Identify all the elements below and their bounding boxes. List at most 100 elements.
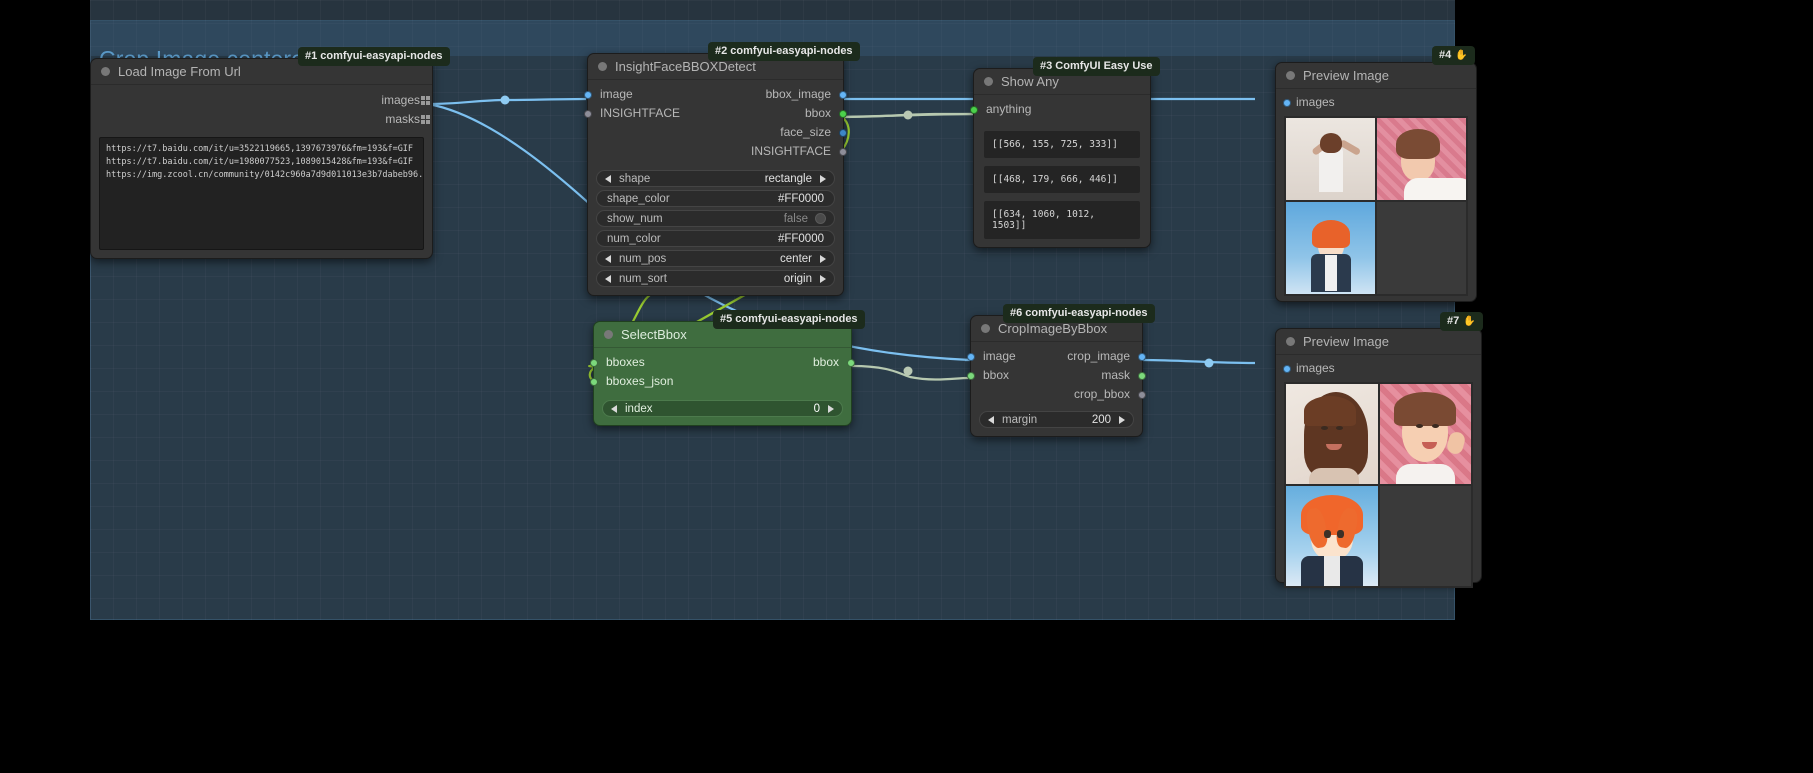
show-any-value-1[interactable]: [[566, 155, 725, 333]]	[984, 131, 1140, 158]
node-crop-image-by-bbox[interactable]: CropImageByBbox image crop_image bbox ma…	[967, 315, 1146, 437]
widget-shape[interactable]: shape rectangle	[596, 170, 835, 187]
widget-shape-color[interactable]: shape_color #FF0000	[596, 190, 835, 207]
output-dot-crop-bbox[interactable]	[1138, 390, 1146, 399]
node-badge-1: #1 comfyui-easyapi-nodes	[298, 47, 450, 66]
output-dot-insightface[interactable]	[839, 147, 847, 156]
node6-row-1[interactable]: image crop_image	[967, 347, 1146, 366]
port-label-image: image	[983, 349, 1016, 363]
widget-num-pos-value: center	[780, 252, 812, 265]
chevron-right-icon[interactable]	[820, 174, 826, 183]
node1-output-masks[interactable]: masks	[91, 110, 432, 129]
preview-image-grid-7[interactable]	[1284, 382, 1473, 588]
widget-num-sort[interactable]: num_sort origin	[596, 270, 835, 287]
chevron-left-icon[interactable]	[988, 415, 994, 424]
node-select-bbox[interactable]: SelectBbox bboxes bbox bboxes_json index…	[590, 321, 855, 426]
node7-title: Preview Image	[1303, 333, 1389, 349]
input-dot-images[interactable]	[1283, 98, 1291, 107]
collapse-icon[interactable]	[981, 324, 990, 333]
chevron-right-icon[interactable]	[820, 254, 826, 263]
collapse-icon[interactable]	[1286, 71, 1295, 80]
widget-shape-label: shape	[619, 172, 651, 185]
node6-row-2[interactable]: bbox mask	[967, 366, 1146, 385]
node5-row-2[interactable]: bboxes_json	[590, 372, 851, 391]
output-dot-bbox[interactable]	[847, 358, 855, 367]
url-list-textarea[interactable]: https://t7.baidu.com/it/u=3522119665,139…	[99, 137, 424, 250]
port-label-images: images	[1296, 95, 1335, 109]
hand-icon: ✋	[1463, 315, 1476, 327]
node2-row-1[interactable]: image bbox_image	[584, 85, 847, 104]
widget-index-value: 0	[813, 402, 820, 415]
show-any-value-3[interactable]: [[634, 1060, 1012, 1503]]	[984, 201, 1140, 239]
output-dot-face-size[interactable]	[839, 128, 847, 137]
preview-thumb-1[interactable]	[1286, 118, 1375, 200]
node-preview-image-7[interactable]: Preview Image images	[1275, 328, 1482, 588]
input-dot-image[interactable]	[967, 352, 975, 361]
node5-body: bboxes bbox bboxes_json index 0	[590, 348, 855, 425]
output-dot-bbox-image[interactable]	[839, 90, 847, 99]
preview-thumb-3[interactable]	[1286, 202, 1375, 294]
node7-input-images[interactable]: images	[1276, 359, 1481, 376]
input-dot-insightface[interactable]	[584, 109, 592, 118]
collapse-icon[interactable]	[984, 77, 993, 86]
input-dot-image[interactable]	[584, 90, 592, 99]
widget-margin[interactable]: margin 200	[979, 411, 1134, 428]
comfyui-workspace: Crop Image centered on face	[0, 0, 1813, 773]
output-dot-bbox[interactable]	[839, 109, 847, 118]
node-badge-2: #2 comfyui-easyapi-nodes	[708, 42, 860, 61]
images-grid-icon	[421, 96, 430, 105]
chevron-left-icon[interactable]	[605, 254, 611, 263]
widget-shape-color-value: #FF0000	[777, 192, 824, 205]
node-show-any[interactable]: Show Any anything [[566, 155, 725, 333]]…	[970, 68, 1151, 248]
node5-title: SelectBbox	[621, 326, 687, 342]
node2-row-2[interactable]: INSIGHTFACE bbox	[584, 104, 847, 123]
input-dot-bboxes[interactable]	[590, 358, 598, 367]
port-label-face-size: face_size	[780, 125, 831, 139]
preview-image-grid-4[interactable]	[1284, 116, 1468, 296]
toggle-knob-icon[interactable]	[815, 213, 826, 224]
widget-show-num[interactable]: show_num false	[596, 210, 835, 227]
node3-input-anything[interactable]: anything	[970, 100, 1150, 119]
collapse-icon[interactable]	[604, 330, 613, 339]
widget-num-pos[interactable]: num_pos center	[596, 250, 835, 267]
node-insightface-bbox-detect[interactable]: InsightFaceBBOXDetect image bbox_image I…	[584, 53, 847, 296]
port-label-insightface-out: INSIGHTFACE	[750, 144, 831, 158]
url-line-3: https://img.zcool.cn/community/0142c960a…	[106, 170, 424, 180]
node-badge-4: #4 ✋	[1432, 46, 1475, 65]
node2-row-4[interactable]: INSIGHTFACE	[588, 142, 847, 161]
preview-thumb-crop-2[interactable]	[1379, 384, 1471, 484]
chevron-left-icon[interactable]	[611, 404, 617, 413]
chevron-left-icon[interactable]	[605, 274, 611, 283]
node1-output-images[interactable]: images	[91, 91, 432, 110]
node7-header[interactable]: Preview Image	[1276, 329, 1481, 355]
port-label-images: images	[1296, 361, 1335, 375]
preview-thumb-crop-1[interactable]	[1286, 384, 1378, 484]
input-dot-anything[interactable]	[970, 105, 978, 114]
input-dot-bboxes-json[interactable]	[590, 377, 598, 386]
show-any-value-2[interactable]: [[468, 179, 666, 446]]	[984, 166, 1140, 193]
collapse-icon[interactable]	[598, 62, 607, 71]
port-label-crop-image: crop_image	[1067, 349, 1130, 363]
chevron-right-icon[interactable]	[820, 274, 826, 283]
chevron-right-icon[interactable]	[1119, 415, 1125, 424]
input-dot-images[interactable]	[1283, 364, 1291, 373]
output-dot-mask[interactable]	[1138, 371, 1146, 380]
node4-input-images[interactable]: images	[1276, 93, 1476, 110]
node5-row-1[interactable]: bboxes bbox	[590, 353, 855, 372]
chevron-left-icon[interactable]	[605, 174, 611, 183]
preview-thumb-2[interactable]	[1377, 118, 1466, 200]
preview-thumb-crop-3[interactable]	[1286, 486, 1378, 586]
node6-row-3[interactable]: crop_bbox	[971, 385, 1146, 404]
output-dot-crop-image[interactable]	[1138, 352, 1146, 361]
chevron-right-icon[interactable]	[828, 404, 834, 413]
collapse-icon[interactable]	[101, 67, 110, 76]
node4-header[interactable]: Preview Image	[1276, 63, 1476, 89]
input-dot-bbox[interactable]	[967, 371, 975, 380]
graph-canvas[interactable]: Crop Image centered on face	[90, 0, 1455, 620]
widget-index[interactable]: index 0	[602, 400, 843, 417]
collapse-icon[interactable]	[1286, 337, 1295, 346]
node-load-image-from-url[interactable]: Load Image From Url images masks https:/…	[90, 58, 433, 259]
preview-thumb-empty	[1377, 202, 1466, 294]
node-preview-image-4[interactable]: Preview Image images	[1275, 62, 1477, 302]
node2-row-3[interactable]: face_size	[588, 123, 847, 142]
widget-num-color[interactable]: num_color #FF0000	[596, 230, 835, 247]
